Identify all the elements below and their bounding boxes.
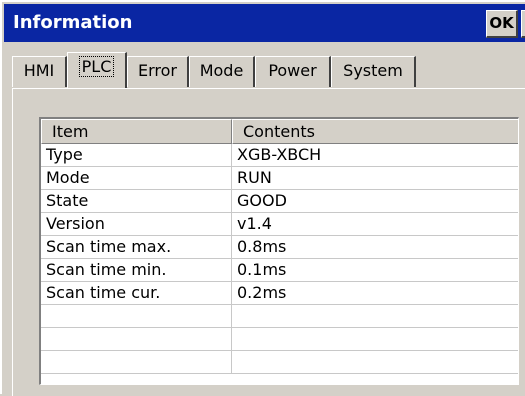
- table-row[interactable]: [41, 305, 518, 328]
- column-header-contents[interactable]: Contents: [232, 119, 518, 144]
- plc-info-list[interactable]: Item Contents Type XGB-XBCH Mode RUN Sta…: [39, 117, 519, 385]
- close-button[interactable]: ✕: [521, 10, 525, 38]
- row-item-cell: [41, 328, 232, 351]
- tab-mode[interactable]: Mode: [189, 56, 255, 87]
- table-row[interactable]: Mode RUN: [41, 167, 518, 190]
- table-row[interactable]: [41, 328, 518, 351]
- tab-error[interactable]: Error: [127, 56, 189, 87]
- table-row[interactable]: Type XGB-XBCH: [41, 144, 518, 167]
- tab-mode-label: Mode: [199, 61, 244, 80]
- table-row[interactable]: Version v1.4: [41, 213, 518, 236]
- tab-plc[interactable]: PLC: [67, 52, 127, 88]
- row-contents-cell: [232, 305, 518, 328]
- table-row[interactable]: Scan time min. 0.1ms: [41, 259, 518, 282]
- table-row[interactable]: Scan time max. 0.8ms: [41, 236, 518, 259]
- table-row[interactable]: [41, 351, 518, 374]
- tab-power-label: Power: [268, 61, 317, 80]
- row-contents-cell: RUN: [232, 167, 518, 190]
- row-contents-cell: GOOD: [232, 190, 518, 213]
- tab-hmi-label: HMI: [23, 61, 55, 80]
- row-contents-cell: 0.1ms: [232, 259, 518, 282]
- row-item-cell: Scan time min.: [41, 259, 232, 282]
- tab-power[interactable]: Power: [255, 56, 331, 87]
- tab-error-label: Error: [138, 61, 177, 80]
- row-item-cell: Scan time max.: [41, 236, 232, 259]
- row-item-cell: Mode: [41, 167, 232, 190]
- information-window: Information OK ✕ HMI PLC Error Mode Powe…: [0, 0, 525, 396]
- row-contents-cell: v1.4: [232, 213, 518, 236]
- column-header-item[interactable]: Item: [41, 119, 232, 144]
- row-item-cell: [41, 351, 232, 374]
- tab-system[interactable]: System: [331, 56, 416, 87]
- row-contents-cell: [232, 328, 518, 351]
- list-header: Item Contents: [41, 119, 518, 144]
- tab-hmi[interactable]: HMI: [12, 56, 67, 87]
- row-contents-cell: XGB-XBCH: [232, 144, 518, 167]
- tab-plc-label: PLC: [78, 56, 115, 77]
- ok-button[interactable]: OK: [486, 10, 518, 38]
- row-item-cell: State: [41, 190, 232, 213]
- row-item-cell: Version: [41, 213, 232, 236]
- row-item-cell: [41, 305, 232, 328]
- title-bar: Information OK ✕: [4, 4, 525, 42]
- row-item-cell: Scan time cur.: [41, 282, 232, 305]
- row-item-cell: Type: [41, 144, 232, 167]
- table-row[interactable]: Scan time cur. 0.2ms: [41, 282, 518, 305]
- row-contents-cell: 0.8ms: [232, 236, 518, 259]
- window-title: Information: [13, 12, 133, 33]
- row-contents-cell: 0.2ms: [232, 282, 518, 305]
- row-contents-cell: [232, 351, 518, 374]
- tab-system-label: System: [343, 61, 403, 80]
- table-row[interactable]: State GOOD: [41, 190, 518, 213]
